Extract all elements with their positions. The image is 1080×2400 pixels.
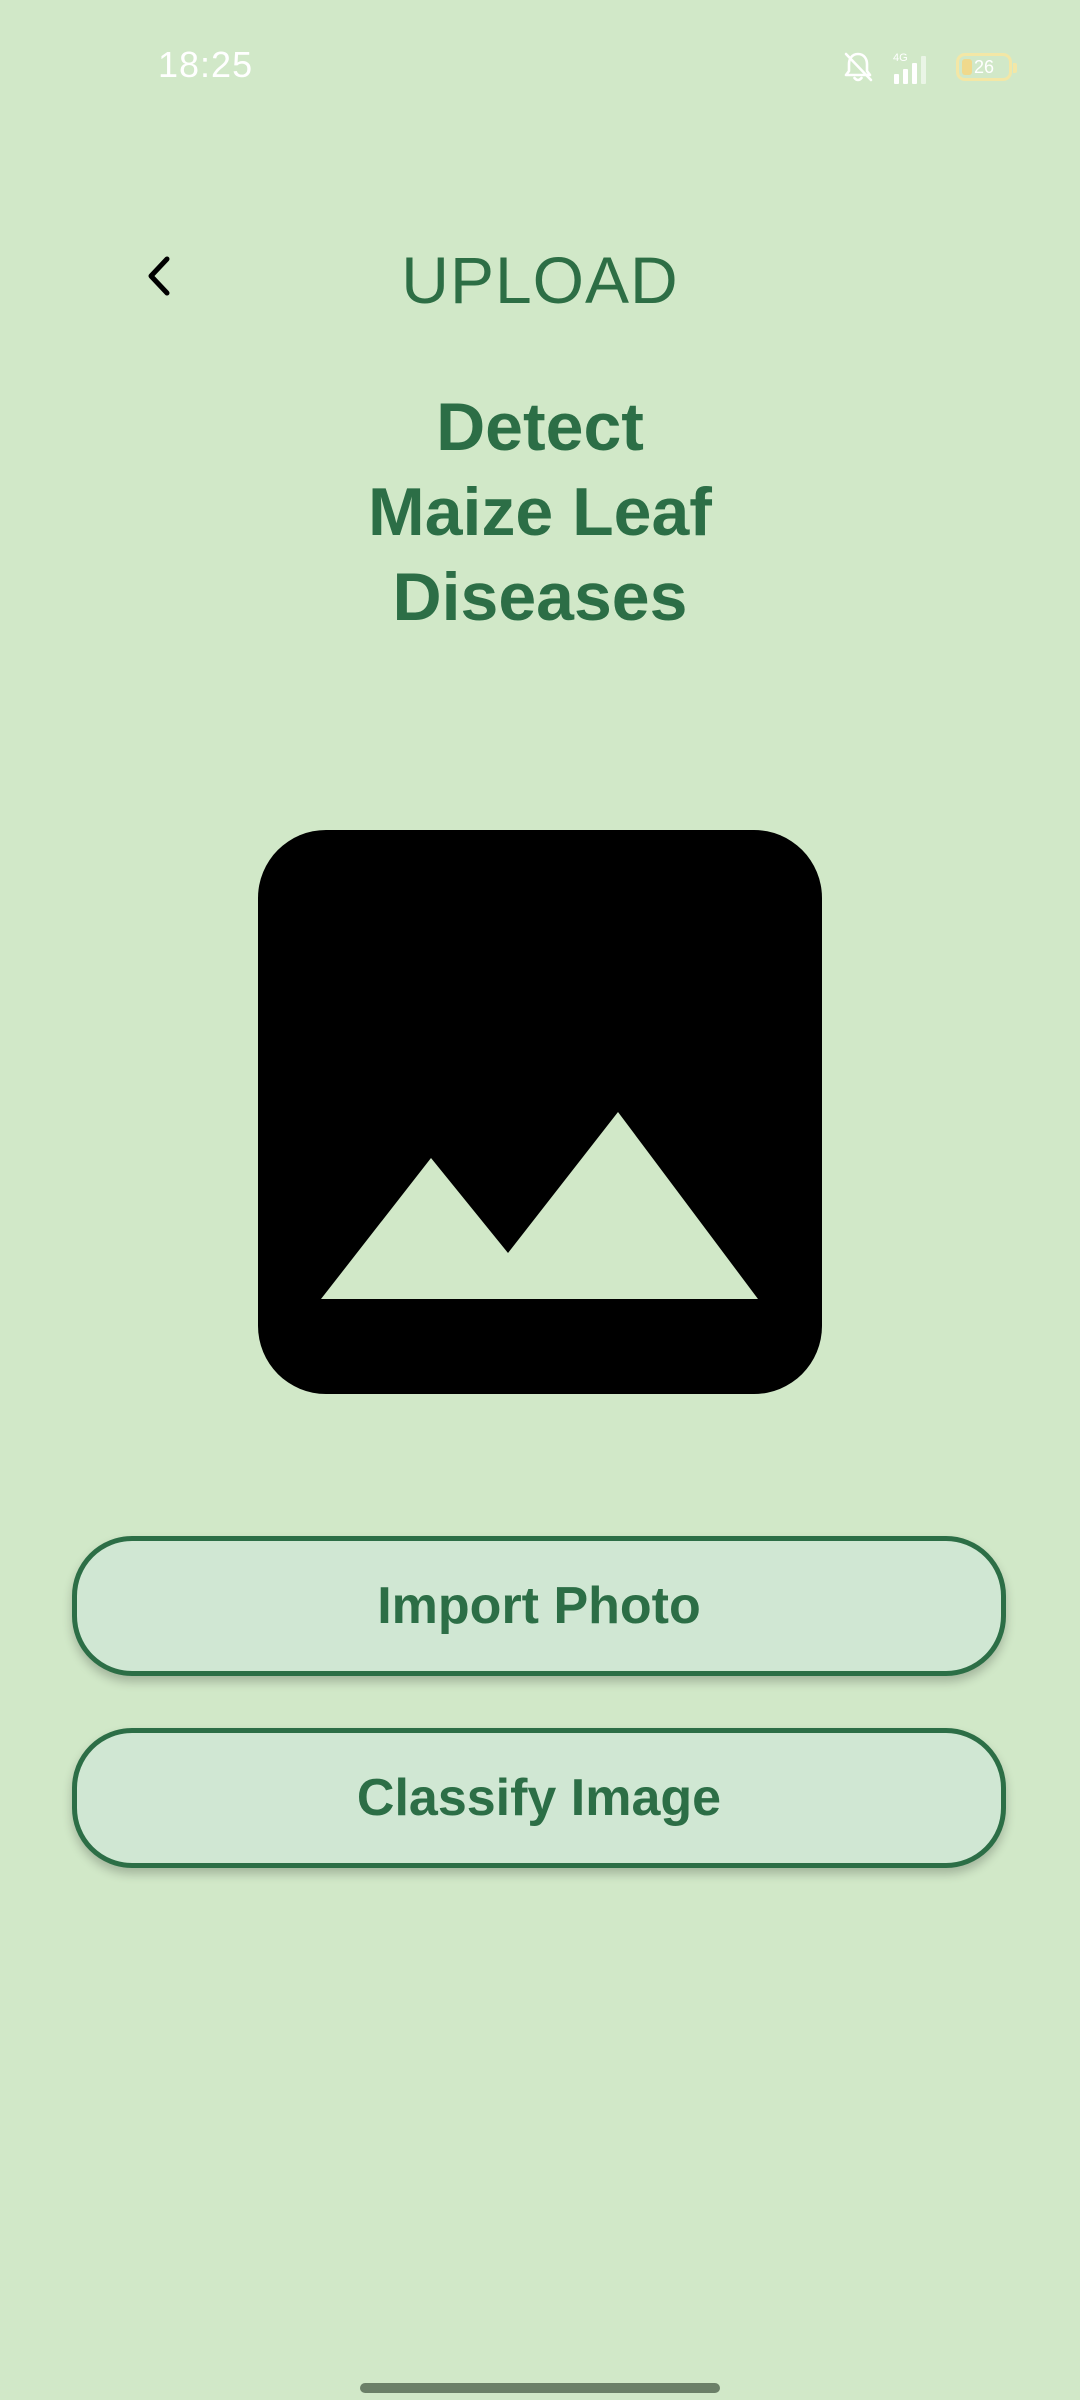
status-icons: 4G 26 bbox=[842, 50, 1017, 84]
signal-icon: 4G bbox=[892, 50, 934, 84]
headline-line-2: Maize Leaf bbox=[368, 474, 712, 550]
image-icon bbox=[258, 830, 822, 1394]
home-indicator[interactable] bbox=[360, 2383, 720, 2393]
page-title: UPLOAD bbox=[401, 243, 679, 317]
battery-level: 26 bbox=[973, 57, 995, 77]
headline-line-1: Detect bbox=[436, 389, 644, 465]
battery-icon: 26 bbox=[956, 53, 1017, 81]
status-time: 18:25 bbox=[158, 44, 254, 85]
image-preview bbox=[258, 830, 822, 1394]
network-label: 4G bbox=[893, 52, 908, 64]
classify-image-button[interactable]: Classify Image bbox=[72, 1728, 1006, 1868]
headline-line-3: Diseases bbox=[392, 559, 688, 635]
bell-off-icon bbox=[842, 50, 874, 84]
status-bar: 18:25 4G 26 bbox=[0, 0, 1080, 130]
import-photo-button[interactable]: Import Photo bbox=[72, 1536, 1006, 1676]
headline: Detect Maize Leaf Diseases bbox=[0, 385, 1080, 640]
